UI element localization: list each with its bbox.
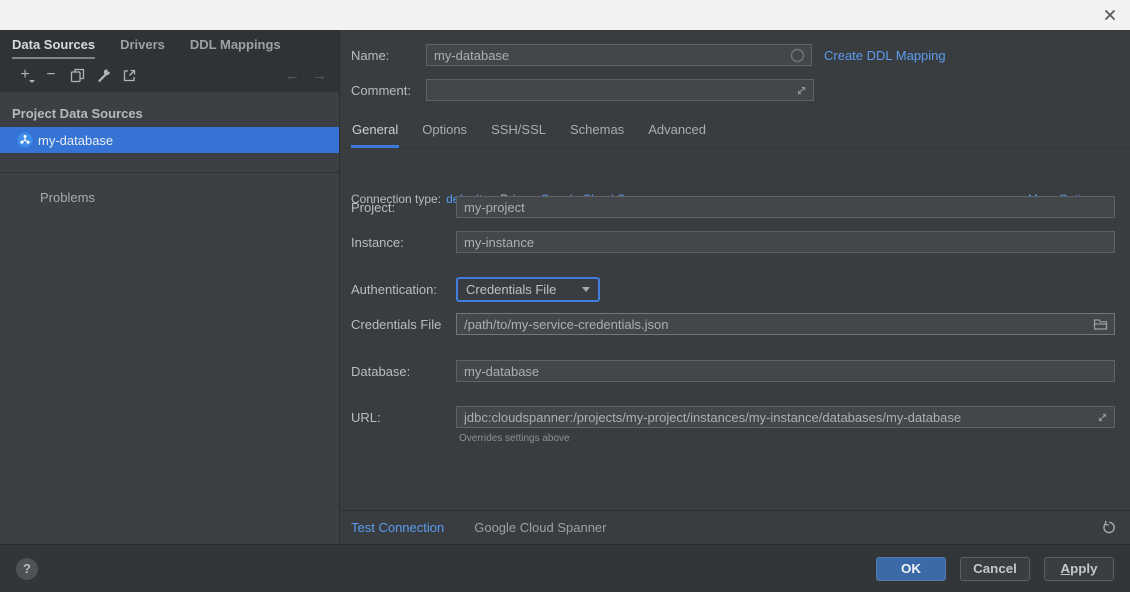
problems-label: Problems <box>40 190 95 205</box>
authentication-dropdown[interactable]: Credentials File <box>456 277 600 302</box>
database-field-wrap <box>456 360 1115 382</box>
url-field-wrap <box>456 406 1115 428</box>
tree-divider <box>0 172 339 173</box>
main-panel: Name: Create DDL Mapping Comment: Genera… <box>341 30 1130 544</box>
ok-button[interactable]: OK <box>876 557 946 581</box>
sidebar: Data Sources Drivers DDL Mappings + − <box>0 30 340 544</box>
comment-input[interactable] <box>427 80 796 100</box>
cancel-button[interactable]: Cancel <box>960 557 1030 581</box>
revert-icon[interactable] <box>1101 520 1116 535</box>
remove-icon: − <box>46 68 55 82</box>
tree-section-header: Project Data Sources <box>0 92 339 127</box>
duplicate-data-source-button[interactable] <box>64 64 90 86</box>
expand-editor-icon[interactable] <box>796 85 807 96</box>
test-connection-link[interactable]: Test Connection <box>351 520 444 535</box>
instance-label: Instance: <box>351 235 404 250</box>
add-dropdown-caret-icon <box>29 80 35 83</box>
sidebar-header: Data Sources Drivers DDL Mappings + − <box>0 30 339 92</box>
help-icon: ? <box>23 561 31 576</box>
credentials-field-wrap <box>456 313 1115 335</box>
authentication-selected-value: Credentials File <box>466 282 556 297</box>
dropdown-arrow-icon <box>582 287 590 292</box>
back-arrow-icon[interactable]: ← <box>285 67 300 84</box>
driver-name-text: Google Cloud Spanner <box>474 520 606 535</box>
name-field-wrap <box>426 44 812 66</box>
sidebar-tabs: Data Sources Drivers DDL Mappings <box>0 30 339 59</box>
apply-button[interactable]: Apply <box>1044 557 1114 581</box>
forward-arrow-icon[interactable]: → <box>312 67 327 84</box>
tab-advanced[interactable]: Advanced <box>647 122 707 148</box>
add-data-source-button[interactable]: + <box>12 64 38 86</box>
tab-data-sources[interactable]: Data Sources <box>12 30 95 59</box>
project-input[interactable] <box>457 197 1114 217</box>
credentials-file-label: Credentials File <box>351 317 441 332</box>
wrench-icon <box>96 68 111 83</box>
credentials-file-input[interactable] <box>457 314 1093 334</box>
instance-field-wrap <box>456 231 1115 253</box>
footer-buttons: OK Cancel Apply <box>876 557 1114 581</box>
cancel-button-label: Cancel <box>973 561 1017 576</box>
edit-data-source-button[interactable] <box>90 64 116 86</box>
cloud-spanner-icon <box>17 132 33 148</box>
problems-item[interactable]: Problems <box>0 185 339 209</box>
tab-drivers[interactable]: Drivers <box>120 30 165 59</box>
comment-field-wrap <box>426 79 814 101</box>
dialog-footer: ? OK Cancel Apply <box>0 544 1130 592</box>
expand-editor-icon[interactable] <box>1097 412 1108 423</box>
instance-input[interactable] <box>457 232 1114 252</box>
export-icon[interactable] <box>116 64 142 86</box>
project-field-wrap <box>456 196 1115 218</box>
tree-item-my-database[interactable]: my-database <box>0 127 339 153</box>
tab-ddl-mappings[interactable]: DDL Mappings <box>190 30 281 59</box>
help-button[interactable]: ? <box>16 558 38 580</box>
tab-schemas[interactable]: Schemas <box>569 122 625 148</box>
tab-general[interactable]: General <box>351 122 399 148</box>
test-connection-bar: Test Connection Google Cloud Spanner <box>341 510 1130 544</box>
database-label: Database: <box>351 364 410 379</box>
create-ddl-mapping-link[interactable]: Create DDL Mapping <box>824 48 946 63</box>
sidebar-toolbar: + − <box>0 59 339 91</box>
window-close-button[interactable] <box>1098 3 1122 27</box>
history-navigation: ← → <box>285 67 327 84</box>
browse-folder-icon[interactable] <box>1093 318 1108 331</box>
settings-tabs: General Options SSH/SSL Schemas Advanced <box>341 118 1130 148</box>
remove-data-source-button[interactable]: − <box>38 64 64 86</box>
tab-ssh-ssl[interactable]: SSH/SSL <box>490 122 547 148</box>
ok-button-label: OK <box>901 561 921 576</box>
database-input[interactable] <box>457 361 1114 381</box>
url-input[interactable] <box>457 407 1097 427</box>
data-source-dialog: Data Sources Drivers DDL Mappings + − <box>0 0 1130 592</box>
tab-options[interactable]: Options <box>421 122 468 148</box>
duplicate-icon <box>70 68 85 83</box>
tree-item-label: my-database <box>38 133 113 148</box>
window-titlebar <box>0 0 1130 30</box>
data-source-tree: Project Data Sources my-database Problem… <box>0 92 339 209</box>
url-label: URL: <box>351 410 381 425</box>
authentication-label: Authentication: <box>351 282 437 297</box>
project-label: Project: <box>351 200 395 215</box>
close-icon <box>1104 9 1116 21</box>
name-input[interactable] <box>427 45 790 65</box>
name-label: Name: <box>351 48 389 63</box>
url-note: Overrides settings above <box>459 433 570 444</box>
apply-button-label: Apply <box>1060 561 1097 576</box>
comment-label: Comment: <box>351 83 411 98</box>
refresh-ring-icon <box>790 48 805 63</box>
